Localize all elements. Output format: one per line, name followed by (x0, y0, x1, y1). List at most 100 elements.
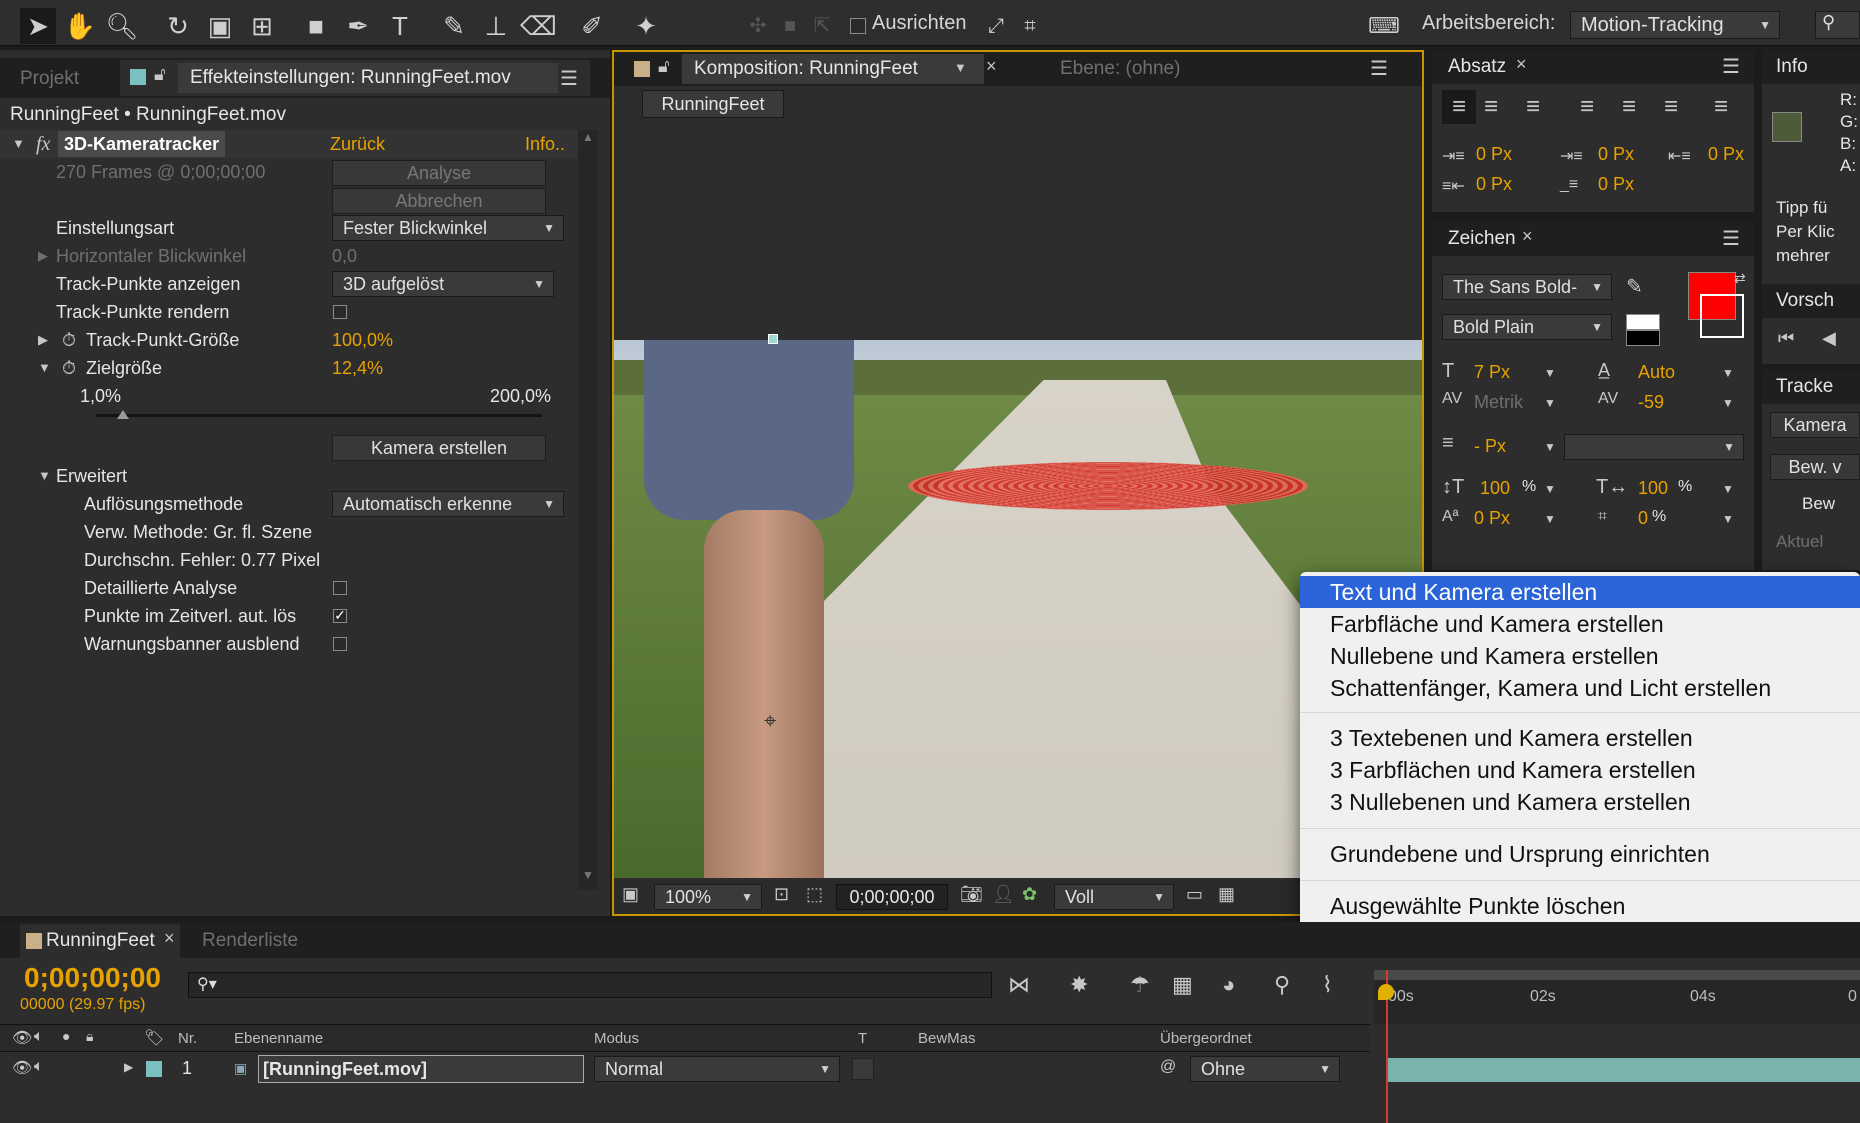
comp-lock-icon[interactable]: 🔓︎ (658, 56, 670, 77)
tab-timeline-comp[interactable]: RunningFeet (46, 926, 155, 956)
stopwatch-icon[interactable]: ⏱ (62, 326, 76, 354)
keyboard-icon[interactable]: ⌨ (1366, 8, 1402, 44)
character-menu-icon[interactable]: ☰ (1722, 226, 1740, 251)
vertical-scale-arrow-icon[interactable]: ▼ (1544, 482, 1556, 496)
hand-tool-icon[interactable]: ✋ (62, 8, 98, 44)
timeline-search-input[interactable]: ⚲▾ (188, 972, 992, 998)
clone-stamp-tool-icon[interactable]: ⊥ (478, 8, 514, 44)
font-family-dropdown[interactable]: The Sans Bold- (1442, 274, 1612, 300)
tab-effects[interactable]: Effekteinstellungen: RunningFeet.mov (190, 63, 511, 93)
transparency-grid-icon[interactable]: ▦ (1218, 884, 1235, 905)
menu-item-3-solid-camera[interactable]: 3 Farbflächen und Kamera erstellen (1300, 754, 1860, 786)
tab-paragraph[interactable]: Absatz (1448, 52, 1506, 82)
tsume-value[interactable]: 0 (1638, 508, 1648, 529)
camera-tracker-button[interactable]: Kamera (1770, 412, 1860, 438)
first-frame-icon[interactable]: ⏮ (1778, 328, 1794, 349)
panel-menu-icon[interactable]: ☰ (560, 66, 578, 91)
shy-layers-icon[interactable]: ☂ (1130, 972, 1150, 998)
zoom-tool-icon[interactable]: 🔍︎ (104, 8, 140, 44)
justify-center-icon[interactable]: ≡ (1622, 90, 1636, 124)
prev-frame-icon[interactable]: ◀ (1822, 328, 1836, 349)
show-points-dropdown[interactable]: 3D aufgelöst (332, 271, 554, 297)
region-icon[interactable]: ⬚ (806, 884, 823, 905)
tsume-arrow-icon[interactable]: ▼ (1722, 512, 1734, 526)
eyedropper-icon[interactable]: ✎ (1626, 274, 1643, 299)
kerning-value[interactable]: Metrik (1474, 392, 1523, 413)
draft-3d-icon[interactable]: ✸ (1070, 972, 1088, 998)
tracking-arrow-icon[interactable]: ▼ (1722, 396, 1734, 410)
search-help-field[interactable]: ⚲ (1815, 11, 1860, 39)
timeline-tab-close-icon[interactable]: × (164, 928, 175, 949)
menu-item-ground-plane[interactable]: Grundebene und Ursprung einrichten (1300, 838, 1860, 870)
menu-item-delete-points[interactable]: Ausgewählte Punkte löschen (1300, 890, 1860, 922)
reset-link[interactable]: Zurück (330, 130, 385, 158)
anchor-handle[interactable] (768, 334, 778, 344)
settings-dropdown[interactable]: Fester Blickwinkel (332, 215, 564, 241)
time-ruler[interactable]: 00s 02s 04s 0 (1374, 970, 1860, 1024)
preview-icon[interactable]: ▣ (622, 884, 639, 905)
menu-item-3-null-camera[interactable]: 3 Nullebenen und Kamera erstellen (1300, 786, 1860, 818)
timecode-field[interactable]: 0;00;00;00 (836, 884, 948, 910)
brainstorm-icon[interactable]: ⚲ (1274, 972, 1290, 998)
comp-tab-close-icon[interactable]: × (986, 56, 997, 77)
work-area-bar[interactable] (1374, 970, 1860, 980)
target-size-slider[interactable] (96, 410, 542, 419)
comp-mini-flowchart-icon[interactable]: ⋈ (1008, 972, 1030, 998)
puppet-tool-icon[interactable]: ✦ (628, 8, 664, 44)
cancel-button[interactable]: Abbrechen (332, 188, 546, 214)
leading-arrow-icon[interactable]: ▼ (1722, 366, 1734, 380)
solve-method-dropdown[interactable]: Automatisch erkenne (332, 491, 564, 517)
comp-navigator-button[interactable]: RunningFeet (642, 90, 784, 118)
grid-snap-icon[interactable]: ⌗ (1012, 8, 1048, 44)
detailed-checkbox[interactable] (333, 581, 347, 595)
font-size-arrow-icon[interactable]: ▼ (1544, 366, 1556, 380)
stroke-width-arrow-icon[interactable]: ▼ (1544, 440, 1556, 454)
point-size-expand-icon[interactable]: ▶ (38, 326, 48, 354)
space-before-value[interactable]: 0 Px (1476, 174, 1512, 195)
tab-info[interactable]: Info (1776, 52, 1808, 82)
align-center-icon[interactable]: ≡ (1484, 90, 1498, 124)
camera-tool-icon[interactable]: ▣ (202, 8, 238, 44)
quality-dropdown[interactable]: Voll (1054, 884, 1174, 910)
roto-brush-tool-icon[interactable]: ✐ (574, 8, 610, 44)
tab-effects-box[interactable]: 🔓︎ Effekteinstellungen: RunningFeet.mov … (120, 60, 590, 96)
layer-audio-icon[interactable]: 🔈︎ (34, 1058, 44, 1076)
indent-left-value[interactable]: 0 Px (1476, 144, 1512, 165)
parent-pickwhip-icon[interactable]: @ (1160, 1058, 1176, 1076)
pan-behind-tool-icon[interactable]: ⊞ (244, 8, 280, 44)
snapshot-icon[interactable]: 📷︎ (960, 884, 983, 905)
stroke-color-swatch[interactable] (1700, 294, 1744, 338)
auto-delete-checkbox[interactable]: ✓ (333, 608, 347, 623)
tab-render-queue[interactable]: Renderliste (202, 926, 298, 956)
workspace-dropdown[interactable]: Motion-Tracking (1570, 11, 1780, 39)
menu-item-null-camera[interactable]: Nullebene und Kamera erstellen (1300, 640, 1860, 672)
layer-duration-bar[interactable] (1388, 1058, 1860, 1082)
point-size-value[interactable]: 100,0% (332, 326, 393, 354)
rectangle-tool-icon[interactable]: ■ (298, 8, 334, 44)
rotate-tool-icon[interactable]: ↻ (160, 8, 196, 44)
tab-layer[interactable]: Ebene: (ohne) (1060, 54, 1180, 84)
text-tool-icon[interactable]: T (382, 8, 418, 44)
menu-item-shadow-catcher[interactable]: Schattenfänger, Kamera und Licht erstell… (1300, 672, 1860, 704)
motion-blur-icon[interactable]: ◕ (1222, 972, 1235, 998)
show-snapshot-icon[interactable]: 👤︎ (992, 884, 1015, 905)
effect-name[interactable]: 3D-Kameratracker (58, 131, 226, 157)
kerning-arrow-icon[interactable]: ▼ (1544, 396, 1556, 410)
layer-expand-icon[interactable]: ▶ (124, 1060, 133, 1074)
justify-all-icon[interactable]: ≡ (1714, 90, 1728, 124)
advanced-label[interactable]: Erweitert (56, 462, 127, 490)
layer-row[interactable]: 👁︎ 🔈︎ ▶ 1 ▣ [RunningFeet.mov] Normal @ O… (0, 1052, 1370, 1086)
fx-icon[interactable]: fx (36, 130, 50, 158)
stopwatch-icon[interactable]: ⏱ (62, 354, 76, 382)
horizontal-expand-icon[interactable]: ▶ (38, 242, 48, 270)
menu-item-3-text-camera[interactable]: 3 Textebenen und Kamera erstellen (1300, 722, 1860, 754)
tab-project[interactable]: Projekt (20, 64, 79, 94)
render-points-checkbox[interactable] (333, 305, 347, 319)
menu-item-text-camera[interactable]: Text und Kamera erstellen (1300, 576, 1860, 608)
selection-tool-icon[interactable]: ➤ (20, 8, 56, 44)
pen-tool-icon[interactable]: ✒ (340, 8, 376, 44)
target-size-value[interactable]: 12,4% (332, 354, 383, 382)
font-style-dropdown[interactable]: Bold Plain (1442, 314, 1612, 340)
horizontal-scale-value[interactable]: 100 (1638, 478, 1668, 499)
lock-icon[interactable]: 🔓︎ (154, 64, 166, 85)
